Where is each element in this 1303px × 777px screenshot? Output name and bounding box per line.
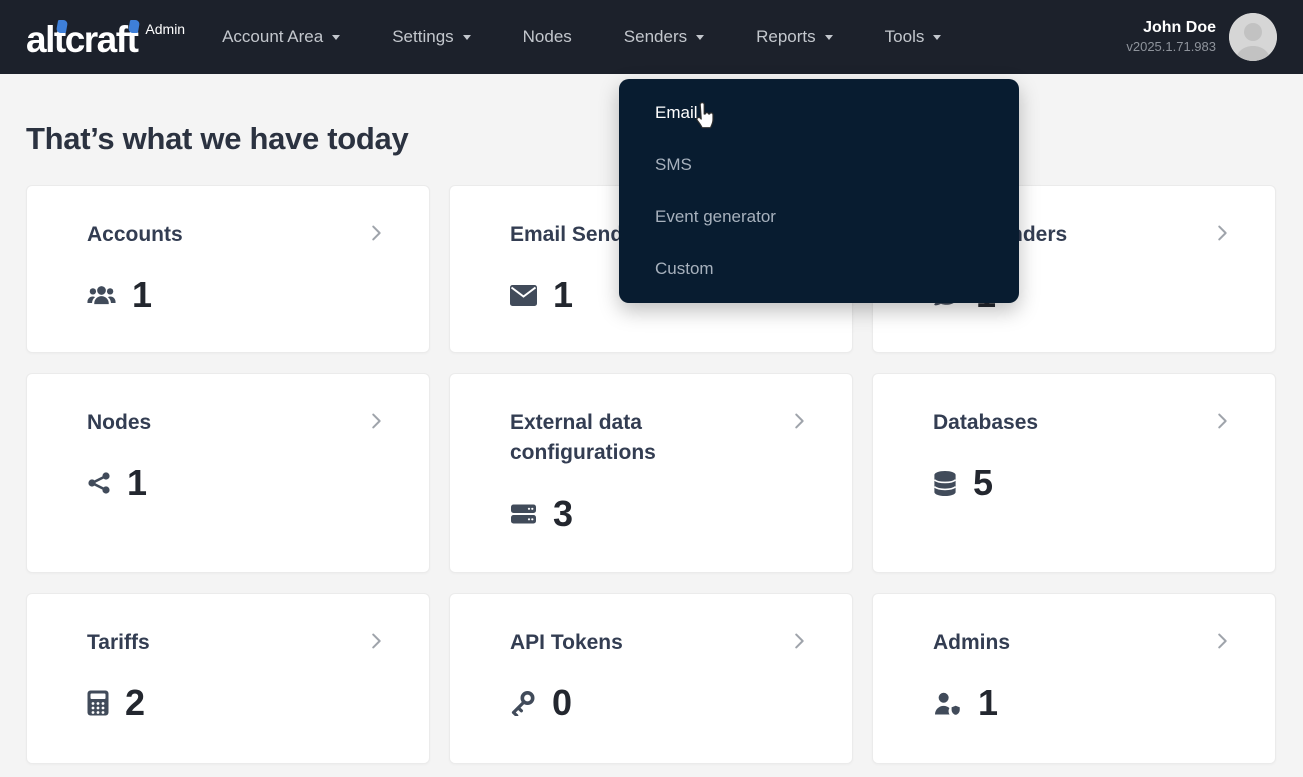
calculator-icon xyxy=(87,690,109,716)
nav-item-label: Reports xyxy=(756,27,816,47)
user-shield-icon xyxy=(933,691,962,716)
chevron-right-icon xyxy=(1211,222,1233,249)
nav-item-label: Nodes xyxy=(523,27,572,47)
avatar-placeholder-icon xyxy=(1229,13,1277,61)
top-navbar: altcraft Admin Account Area Settings Nod… xyxy=(0,0,1303,74)
user-name: John Doe xyxy=(1126,18,1216,39)
chevron-right-icon xyxy=(365,630,387,657)
card-count: 2 xyxy=(125,682,145,724)
chevron-right-icon xyxy=(1211,630,1233,657)
card-count: 3 xyxy=(553,493,573,535)
nav-item-label: Account Area xyxy=(222,27,323,47)
logo-t-accent: t xyxy=(127,21,138,58)
card-count: 1 xyxy=(978,682,998,724)
nav-item-nodes[interactable]: Nodes xyxy=(523,27,572,47)
card-title: API Tokens xyxy=(510,628,723,658)
card-nodes[interactable]: Nodes 1 xyxy=(26,373,430,573)
nav-item-senders[interactable]: Senders xyxy=(624,27,704,47)
card-count: 1 xyxy=(132,274,152,316)
card-external-data-configurations[interactable]: External data configurations 3 xyxy=(449,373,853,573)
card-title: Tariffs xyxy=(87,628,300,658)
main-navigation: Account Area Settings Nodes Senders Repo… xyxy=(222,27,941,47)
chevron-down-icon xyxy=(933,35,941,40)
card-title: Accounts xyxy=(87,220,300,250)
logo-wordmark: altcraft xyxy=(26,21,137,58)
chevron-down-icon xyxy=(463,35,471,40)
altcraft-logo[interactable]: altcraft Admin xyxy=(26,19,185,56)
logo-admin-suffix: Admin xyxy=(145,21,185,37)
card-count: 1 xyxy=(127,462,147,504)
card-count: 1 xyxy=(553,274,573,316)
card-databases[interactable]: Databases 5 xyxy=(872,373,1276,573)
senders-dropdown-menu: Email SMS Event generator Custom xyxy=(619,79,1019,303)
card-title: External data configurations xyxy=(510,408,723,469)
card-accounts[interactable]: Accounts 1 xyxy=(26,185,430,353)
dropdown-item-event-generator[interactable]: Event generator xyxy=(619,191,1019,243)
chevron-right-icon xyxy=(365,222,387,249)
card-title: Nodes xyxy=(87,408,300,438)
dropdown-item-custom[interactable]: Custom xyxy=(619,243,1019,295)
chevron-down-icon xyxy=(332,35,340,40)
dropdown-item-sms[interactable]: SMS xyxy=(619,139,1019,191)
chevron-right-icon xyxy=(788,630,810,657)
share-nodes-icon xyxy=(87,471,111,495)
card-api-tokens[interactable]: API Tokens 0 xyxy=(449,593,853,764)
logo-t-accent: t xyxy=(54,21,65,58)
chevron-down-icon xyxy=(825,35,833,40)
chevron-right-icon xyxy=(365,410,387,437)
nav-item-tools[interactable]: Tools xyxy=(885,27,942,47)
nav-item-account-area[interactable]: Account Area xyxy=(222,27,340,47)
card-count: 5 xyxy=(973,462,993,504)
card-title: Databases xyxy=(933,408,1146,438)
chevron-right-icon xyxy=(788,410,810,437)
chevron-right-icon xyxy=(1211,410,1233,437)
users-icon xyxy=(87,283,116,307)
card-count: 0 xyxy=(552,682,572,724)
card-title: Admins xyxy=(933,628,1146,658)
nav-item-label: Settings xyxy=(392,27,453,47)
server-icon xyxy=(510,502,537,526)
nav-item-reports[interactable]: Reports xyxy=(756,27,833,47)
envelope-icon xyxy=(510,285,537,306)
database-icon xyxy=(933,470,957,497)
app-version: v2025.1.71.983 xyxy=(1126,39,1216,56)
chevron-down-icon xyxy=(696,35,704,40)
key-icon xyxy=(510,690,536,716)
avatar[interactable] xyxy=(1229,13,1277,61)
card-tariffs[interactable]: Tariffs 2 xyxy=(26,593,430,764)
nav-item-settings[interactable]: Settings xyxy=(392,27,470,47)
user-block[interactable]: John Doe v2025.1.71.983 xyxy=(1126,13,1277,61)
dropdown-item-email[interactable]: Email xyxy=(619,87,1019,139)
nav-item-label: Senders xyxy=(624,27,687,47)
nav-item-label: Tools xyxy=(885,27,925,47)
card-admins[interactable]: Admins 1 xyxy=(872,593,1276,764)
